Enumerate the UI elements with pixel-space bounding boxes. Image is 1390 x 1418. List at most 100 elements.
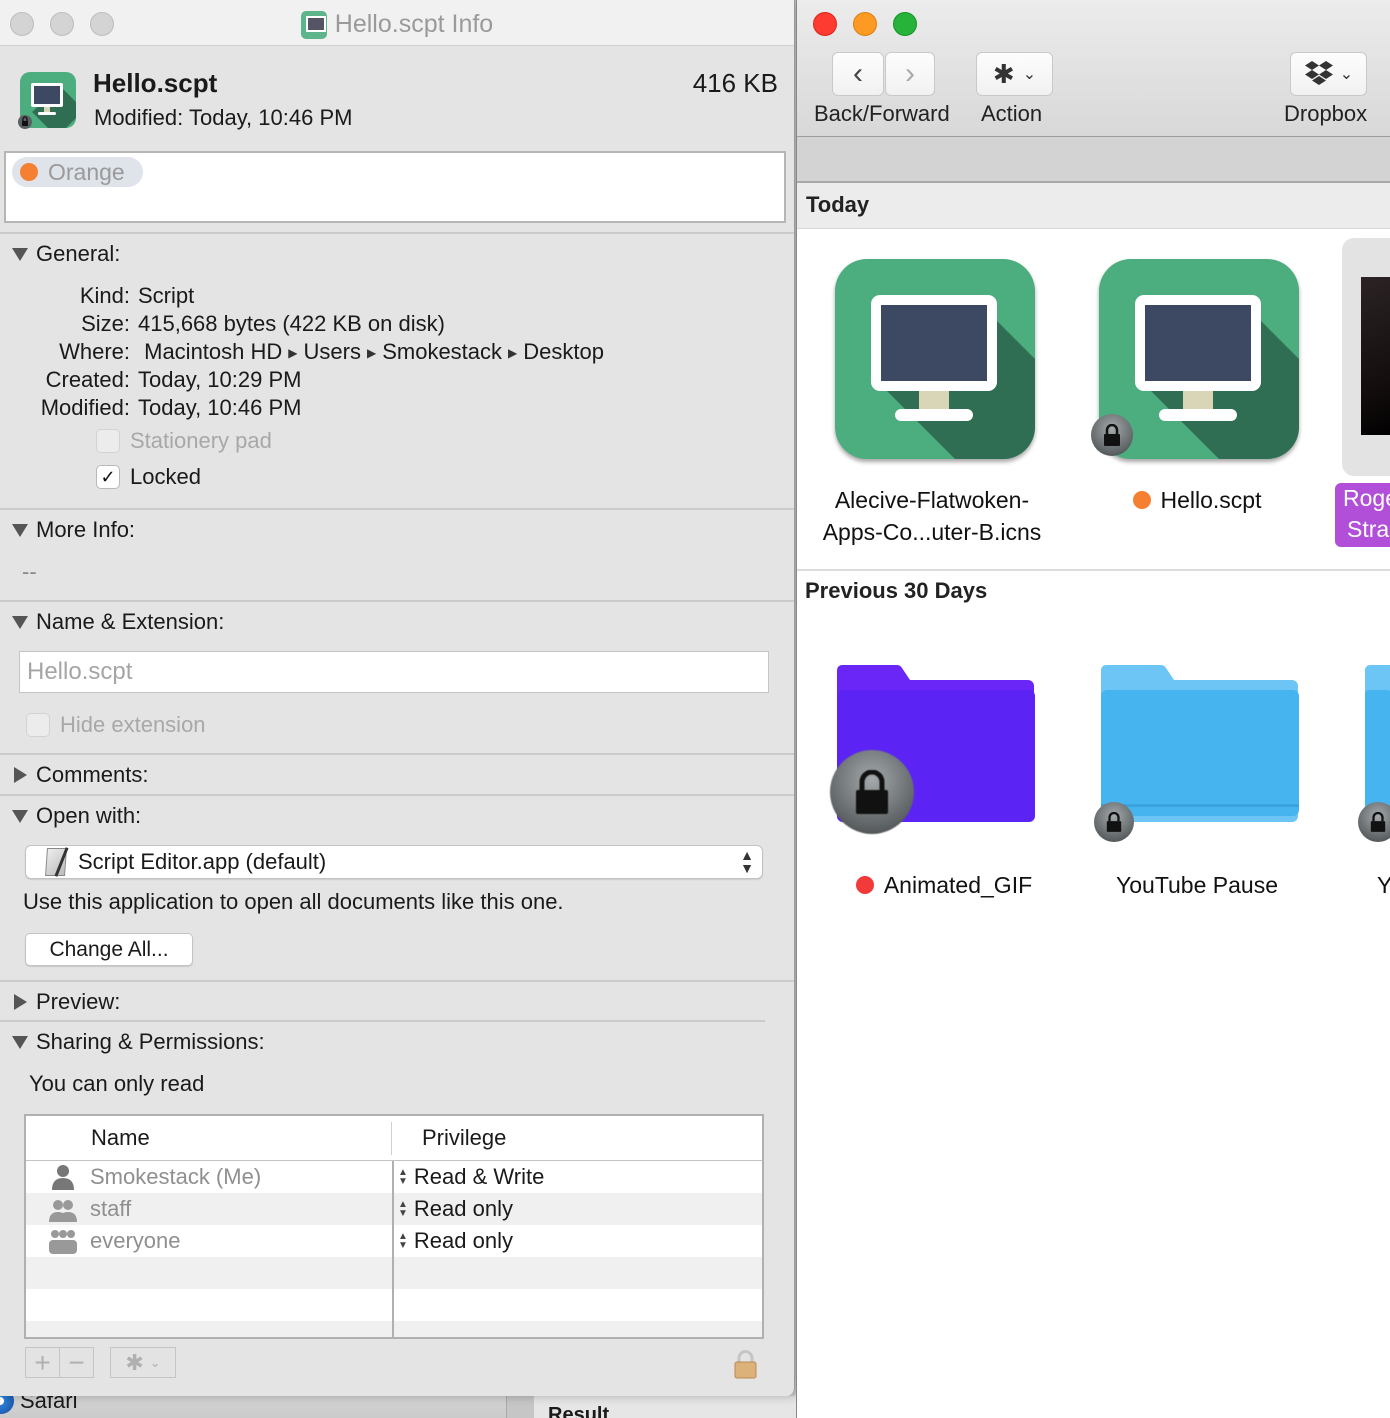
section-name-extension-toggle[interactable]: Name & Extension:	[12, 609, 224, 635]
section-divider	[0, 753, 794, 755]
checkbox-unchecked[interactable]	[96, 429, 120, 453]
file-label-alecive[interactable]: Alecive-Flatwoken- Apps-Co...uter-B.icns	[807, 484, 1057, 548]
file-label-selected[interactable]: Roge Stra	[1335, 483, 1390, 547]
path-segment: Macintosh HD	[144, 339, 283, 364]
user-icon	[52, 1165, 74, 1190]
script-file-icon	[300, 10, 327, 39]
privilege-select[interactable]: ▲ ▼ Read & Write	[398, 1164, 544, 1190]
checkbox-unchecked[interactable]	[26, 713, 50, 737]
section-preview-toggle[interactable]: Preview:	[12, 989, 120, 1015]
permissions-header: Name Privilege	[26, 1116, 762, 1161]
section-comments-toggle[interactable]: Comments:	[12, 762, 148, 788]
permissions-body: Smokestack (Me) ▲ ▼ Read & Write staff ▲ ▼ R…	[26, 1161, 762, 1337]
hide-extension-checkbox[interactable]: Hide extension	[26, 712, 206, 738]
disclosure-expanded-icon	[12, 809, 28, 823]
finder-path-bar	[797, 137, 1390, 183]
checkmark-icon[interactable]: ✓	[96, 465, 120, 489]
file-label-partial[interactable]: Y	[1377, 869, 1390, 901]
add-permission-button[interactable]: +	[25, 1347, 60, 1378]
remove-permission-button[interactable]: −	[59, 1347, 94, 1378]
chevron-down-icon: ⌄	[149, 1354, 161, 1370]
privilege-select[interactable]: ▲ ▼ Read only	[398, 1196, 513, 1222]
path-separator-icon: ▶	[366, 346, 377, 361]
group-header-previous-30-days: Previous 30 Days	[805, 578, 988, 603]
path-separator-icon: ▶	[288, 346, 298, 361]
zoom-button[interactable]	[893, 12, 917, 36]
folder-icon-partial[interactable]	[1363, 664, 1390, 824]
action-button[interactable]: ✱ ⌄	[976, 52, 1053, 96]
finder-window: ‹ › Back/Forward ✱ ⌄ Action ⌄ Dropbox To…	[796, 0, 1390, 1418]
locked-checkbox[interactable]: ✓ Locked	[96, 464, 201, 490]
column-privilege-header[interactable]: Privilege	[422, 1125, 506, 1151]
change-all-button[interactable]: Change All...	[25, 933, 193, 966]
disclosure-collapsed-icon	[14, 994, 27, 1010]
permission-note: You can only read	[29, 1071, 205, 1096]
back-forward-label: Back/Forward	[814, 101, 950, 126]
computer-app-icon	[871, 295, 1035, 459]
permissions-table: Name Privilege Smokestack (Me) ▲ ▼ Read & …	[24, 1114, 764, 1339]
column-divider	[392, 1161, 394, 1337]
folder-icon-youtube-pause[interactable]	[1099, 664, 1299, 824]
window-title: Hello.scpt Info	[0, 10, 794, 39]
section-general-toggle[interactable]: General:	[12, 241, 120, 267]
select-arrows-icon: ▲ ▼	[398, 1199, 408, 1219]
path-segment: Users	[303, 339, 361, 364]
section-divider	[0, 600, 794, 602]
padlock-icon[interactable]	[733, 1349, 758, 1379]
dropbox-label: Dropbox	[1284, 101, 1368, 126]
info-window: Hello.scpt Info Hello.scpt 416 KB Modifi…	[0, 0, 795, 1396]
path-separator-icon: ▶	[508, 346, 518, 361]
select-arrows-icon: ▲ ▼	[398, 1231, 408, 1251]
permission-action-menu[interactable]: ✱ ⌄	[110, 1347, 176, 1378]
background-result-header: Result	[534, 1396, 804, 1418]
table-row[interactable]: Smokestack (Me) ▲ ▼ Read & Write	[26, 1161, 762, 1193]
open-with-select[interactable]: Script Editor.app (default) ▲ ▼	[25, 845, 763, 879]
dropbox-icon	[1304, 61, 1333, 85]
column-name-header[interactable]: Name	[91, 1125, 150, 1151]
section-more-info-toggle[interactable]: More Info:	[12, 517, 135, 543]
empty-row	[26, 1321, 762, 1337]
general-kind: Kind: Script	[79, 283, 195, 308]
chevron-down-icon: ⌄	[1022, 66, 1037, 83]
dropbox-button[interactable]: ⌄	[1290, 52, 1367, 96]
section-sharing-toggle[interactable]: Sharing & Permissions:	[12, 1029, 265, 1055]
path-segment: Desktop	[523, 339, 604, 364]
empty-row	[26, 1257, 762, 1289]
lock-badge-icon	[1091, 414, 1133, 456]
table-row[interactable]: everyone ▲ ▼ Read only	[26, 1225, 762, 1257]
section-divider	[0, 794, 794, 796]
disclosure-expanded-icon	[12, 523, 28, 537]
finder-toolbar: ‹ › Back/Forward ✱ ⌄ Action ⌄ Dropbox	[797, 0, 1390, 137]
forward-button[interactable]: ›	[885, 52, 935, 96]
table-row[interactable]: staff ▲ ▼ Read only	[26, 1193, 762, 1225]
disclosure-expanded-icon	[12, 1035, 28, 1049]
section-divider	[0, 1020, 765, 1022]
back-button[interactable]: ‹	[832, 52, 884, 96]
group-icon	[49, 1200, 77, 1222]
chevron-right-icon: ›	[905, 57, 915, 90]
tag-orange[interactable]: Orange	[12, 157, 143, 187]
file-icon-alecive-icns[interactable]	[835, 259, 1035, 459]
gear-icon: ✱	[992, 58, 1015, 89]
open-with-helper-text: Use this application to open all documen…	[23, 889, 564, 914]
select-arrows-icon: ▲ ▼	[740, 847, 754, 876]
path-segment: Smokestack	[382, 339, 503, 364]
minimize-button[interactable]	[853, 12, 877, 36]
general-size: Size: 415,668 bytes (422 KB on disk)	[81, 311, 445, 336]
general-where: Where: Macintosh HD ▶ Users ▶ Smokestack ▶ Des…	[59, 339, 604, 364]
chevron-left-icon: ‹	[853, 57, 863, 90]
stationery-pad-checkbox[interactable]: Stationery pad	[96, 428, 272, 454]
file-label-hello-scpt[interactable]: Hello.scpt	[1072, 484, 1322, 516]
general-created: Created: Today, 10:29 PM	[45, 367, 302, 392]
section-open-with-toggle[interactable]: Open with:	[12, 803, 141, 829]
name-field[interactable]: Hello.scpt	[19, 651, 769, 693]
script-editor-icon	[45, 848, 67, 876]
empty-row	[26, 1289, 762, 1321]
tags-field[interactable]: Orange	[4, 151, 786, 223]
disclosure-collapsed-icon	[14, 767, 27, 783]
file-label-youtube-pause[interactable]: YouTube Pause	[1072, 869, 1322, 901]
close-button[interactable]	[813, 12, 837, 36]
file-label-animated-gif[interactable]: Animated_GIF	[819, 869, 1069, 901]
info-titlebar[interactable]: Hello.scpt Info	[0, 0, 794, 46]
privilege-select[interactable]: ▲ ▼ Read only	[398, 1228, 513, 1254]
